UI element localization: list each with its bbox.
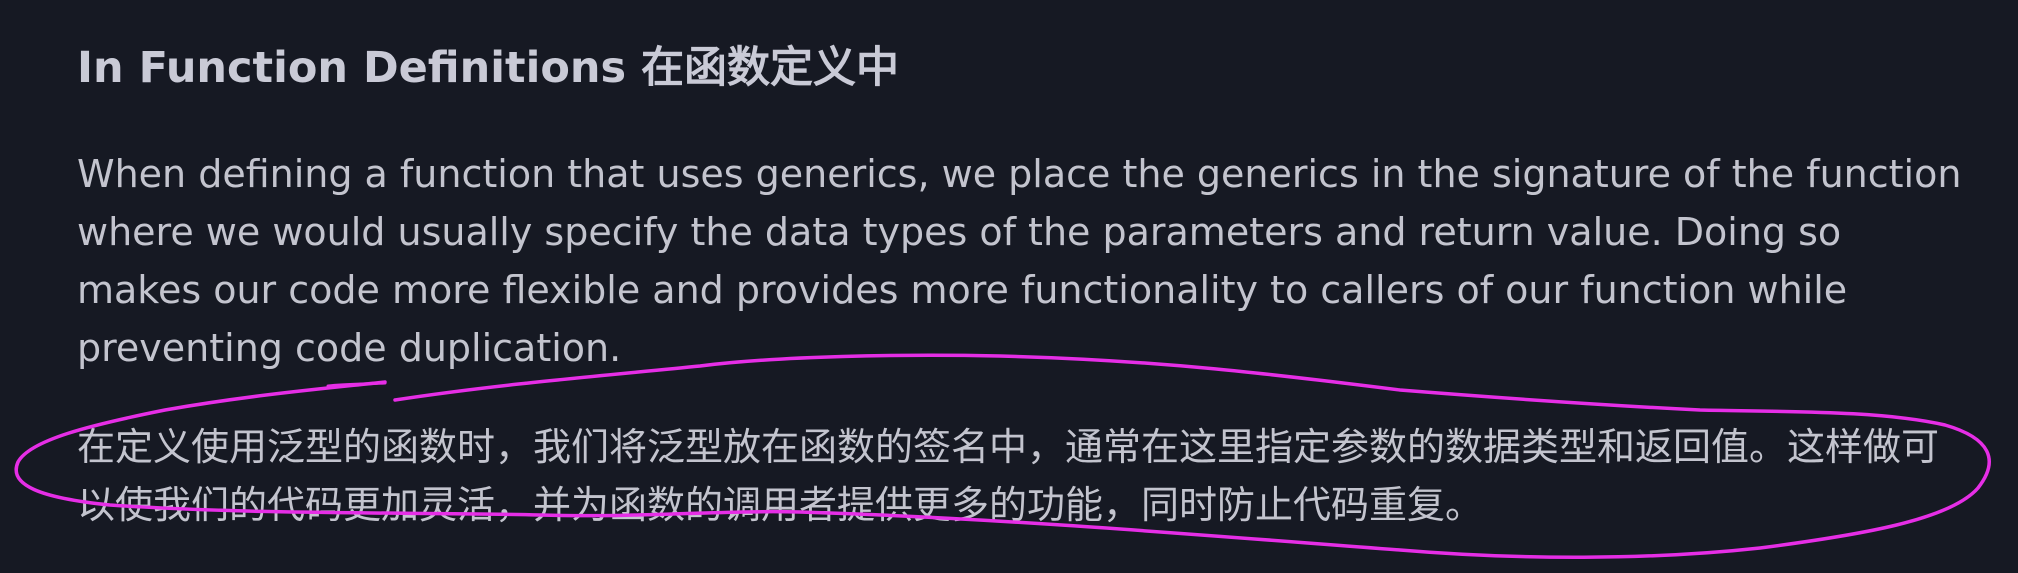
- paragraph-english: When defining a function that uses gener…: [77, 152, 1962, 370]
- paragraph-chinese: 在定义使用泛型的函数时，我们将泛型放在函数的签名中，通常在这里指定参数的数据类型…: [77, 425, 1940, 527]
- annotation-tail: [326, 381, 387, 388]
- section-heading: In Function Definitions 在函数定义中: [77, 43, 900, 93]
